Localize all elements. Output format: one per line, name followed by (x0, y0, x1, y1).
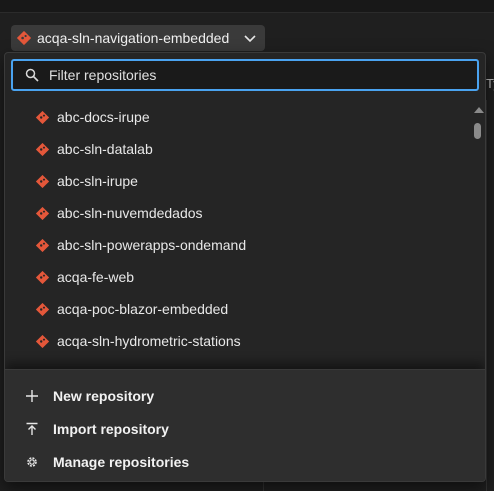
repository-name: acqa-fe-web (57, 269, 135, 285)
chevron-down-icon (244, 35, 256, 43)
repository-list-item[interactable]: abc-sln-nuvemdedados (5, 197, 471, 229)
import-icon (26, 422, 38, 435)
repository-name: abc-sln-powerapps-ondemand (57, 237, 247, 253)
search-box (11, 59, 479, 91)
git-repo-icon (36, 142, 49, 156)
new-repository-label: New repository (53, 388, 155, 404)
scrollbar-thumb[interactable] (474, 123, 481, 139)
gear-icon (27, 457, 37, 467)
current-repository-name: acqa-sln-navigation-embedded (37, 30, 230, 46)
repository-list-item[interactable]: acqa-fe-web (5, 261, 471, 293)
git-repo-icon (36, 174, 49, 188)
repository-name: abc-sln-nuvemdedados (57, 205, 203, 221)
repository-name: abc-sln-datalab (57, 141, 153, 157)
plus-icon (26, 390, 38, 402)
git-repo-icon (36, 110, 49, 124)
git-repo-icon (36, 302, 49, 316)
repository-dropdown: abc-docs-irupe abc-sln-datalab abc-sln-i… (4, 52, 486, 482)
repository-list-item[interactable]: abc-sln-irupe (5, 165, 471, 197)
repository-actions-footer: New repository Import repository Manage … (5, 369, 485, 481)
repository-name: abc-docs-irupe (57, 109, 150, 125)
background-partial-label: Ty (486, 76, 494, 91)
git-repo-icon (36, 334, 49, 348)
git-repo-icon (36, 238, 49, 252)
new-repository-button[interactable]: New repository (25, 386, 154, 406)
repository-list-item[interactable]: acqa-sln-hydrometric-stations (5, 325, 471, 357)
manage-repositories-button[interactable]: Manage repositories (25, 452, 189, 472)
repository-list-item[interactable]: abc-sln-datalab (5, 133, 471, 165)
git-repo-icon (36, 270, 49, 284)
background-divider (486, 100, 487, 491)
search-icon (25, 68, 39, 82)
import-repository-label: Import repository (53, 421, 169, 437)
git-repo-icon (17, 31, 31, 45)
repository-name: acqa-sln-hydrometric-stations (57, 333, 241, 349)
top-toolbar-strip (0, 0, 494, 13)
import-repository-button[interactable]: Import repository (25, 419, 169, 439)
repository-list-item[interactable]: abc-docs-irupe (5, 101, 471, 133)
filter-repositories-input[interactable] (11, 59, 479, 91)
scroll-up-arrow-icon[interactable] (474, 107, 484, 113)
repository-list-item[interactable]: acqa-poc-blazor-embedded (5, 293, 471, 325)
repository-name: abc-sln-irupe (57, 173, 138, 189)
git-repo-icon (36, 206, 49, 220)
manage-repositories-label: Manage repositories (53, 454, 190, 470)
repository-list-item[interactable]: abc-sln-powerapps-ondemand (5, 229, 471, 261)
repository-picker-button[interactable]: acqa-sln-navigation-embedded (11, 25, 266, 51)
repository-name: acqa-poc-blazor-embedded (57, 301, 229, 317)
